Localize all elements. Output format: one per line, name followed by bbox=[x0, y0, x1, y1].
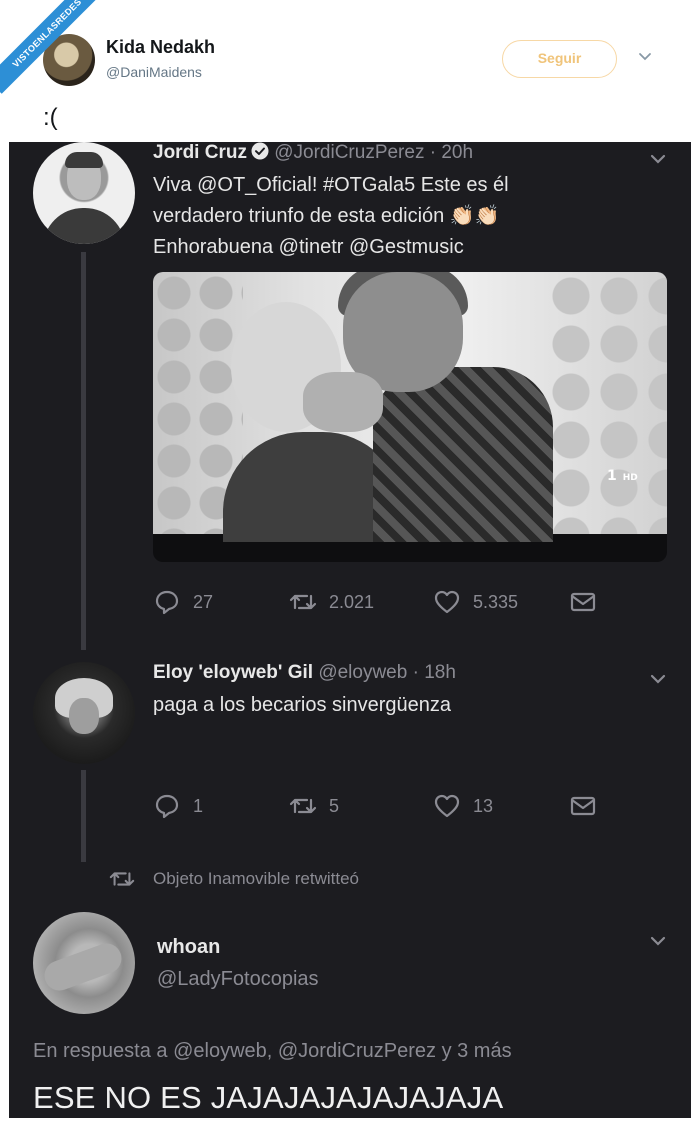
message-button[interactable] bbox=[569, 588, 609, 616]
chevron-down-icon[interactable] bbox=[649, 150, 667, 168]
author-name[interactable]: Kida Nedakh bbox=[106, 37, 215, 58]
tweet-body: Viva @OT_Oficial! #OTGala5 Este es él ve… bbox=[153, 170, 509, 263]
avatar[interactable] bbox=[33, 662, 135, 764]
tweet-body: ESE NO ES JAJAJAJAJAJAJAJA bbox=[33, 1080, 504, 1115]
tweet-text: :( bbox=[43, 104, 58, 131]
envelope-icon bbox=[570, 592, 596, 612]
tweet-actions: 27 2.021 5.335 bbox=[153, 588, 613, 618]
author-handle[interactable]: @JordiCruzPerez bbox=[274, 142, 424, 163]
like-button[interactable]: 5.335 bbox=[433, 588, 518, 616]
retweet-button[interactable]: 5 bbox=[289, 792, 339, 820]
media-photo: 1 HD bbox=[153, 272, 667, 542]
avatar[interactable] bbox=[33, 912, 135, 1014]
retweet-icon bbox=[289, 798, 317, 814]
reply-button[interactable]: 1 bbox=[153, 792, 203, 820]
chevron-down-icon[interactable] bbox=[637, 48, 653, 64]
like-count: 5.335 bbox=[473, 591, 519, 612]
tweet-media[interactable]: 1 HD bbox=[153, 272, 667, 562]
timestamp[interactable]: 20h bbox=[441, 142, 473, 163]
timestamp[interactable]: 18h bbox=[424, 662, 456, 683]
reply-button[interactable]: 27 bbox=[153, 588, 213, 616]
retweet-count: 5 bbox=[329, 795, 340, 816]
avatar[interactable] bbox=[33, 142, 135, 244]
author-handle[interactable]: @DaniMaidens bbox=[106, 64, 202, 80]
retweet-icon bbox=[289, 594, 317, 610]
reply-icon bbox=[155, 794, 179, 819]
retweet-button[interactable]: 2.021 bbox=[289, 588, 374, 616]
tweet-actions: 1 5 13 bbox=[153, 792, 613, 822]
author-name[interactable]: whoan bbox=[157, 936, 220, 959]
retweet-icon bbox=[109, 872, 135, 886]
reply-count: 27 bbox=[193, 591, 214, 612]
reply-count: 1 bbox=[193, 795, 204, 816]
author-handle[interactable]: @LadyFotocopias bbox=[157, 968, 319, 991]
reply-icon bbox=[155, 590, 179, 615]
follow-button[interactable]: Seguir bbox=[502, 40, 617, 78]
verified-badge-icon bbox=[251, 142, 269, 160]
tweet-header: Eloy 'eloyweb' Gil @eloyweb · 18h bbox=[153, 662, 456, 683]
heart-icon bbox=[434, 590, 460, 614]
message-button[interactable] bbox=[569, 792, 609, 820]
outer-tweet-header: Kida Nedakh @DaniMaidens Seguir :( bbox=[9, 0, 691, 142]
quoted-screenshot: Jordi Cruz @JordiCruzPerez · 20h Viva @O… bbox=[9, 142, 691, 1118]
like-button[interactable]: 13 bbox=[433, 792, 493, 820]
tweet-body: paga a los becarios sinvergüenza bbox=[153, 694, 451, 716]
retweet-notice[interactable]: Objeto Inamovible retwitteó bbox=[109, 866, 359, 892]
replying-to-text[interactable]: En respuesta a @eloyweb, @JordiCruzPerez… bbox=[33, 1040, 512, 1063]
heart-icon bbox=[434, 794, 460, 818]
author-handle[interactable]: @eloyweb bbox=[318, 662, 407, 683]
tweet-line: verdadero triunfo de esta edición 👏🏻👏🏻 bbox=[153, 205, 500, 227]
thread-line bbox=[81, 252, 86, 650]
chevron-down-icon[interactable] bbox=[649, 932, 667, 950]
chevron-down-icon[interactable] bbox=[649, 670, 667, 688]
like-count: 13 bbox=[473, 795, 494, 816]
thread-line bbox=[81, 770, 86, 862]
page: VISTOENLASREDES Kida Nedakh @DaniMaidens… bbox=[0, 0, 700, 1126]
tweet-line: Enhorabuena @tinetr @Gestmusic bbox=[153, 236, 464, 258]
tv-channel-logo: 1 HD bbox=[607, 468, 638, 484]
retweet-count: 2.021 bbox=[329, 591, 375, 612]
envelope-icon bbox=[570, 796, 596, 816]
tweet-line: Viva @OT_Oficial! #OTGala5 Este es él bbox=[153, 174, 509, 196]
retweet-notice-text: Objeto Inamovible retwitteó bbox=[153, 869, 359, 888]
author-name[interactable]: Eloy 'eloyweb' Gil bbox=[153, 662, 313, 683]
author-name[interactable]: Jordi Cruz bbox=[153, 142, 247, 163]
tweet-header: Jordi Cruz @JordiCruzPerez · 20h bbox=[153, 142, 474, 163]
